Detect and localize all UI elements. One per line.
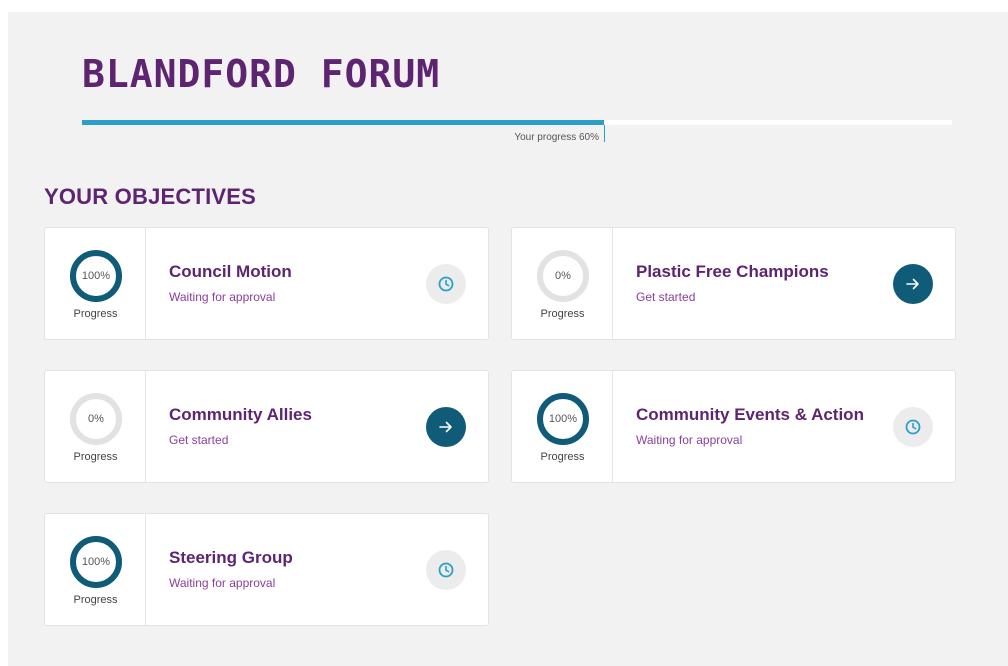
- arrow-right-icon: [906, 278, 919, 290]
- progress-panel: 100% Progress: [45, 228, 146, 339]
- objective-status: Get started: [636, 290, 696, 304]
- progress-percent: 100%: [548, 413, 578, 425]
- get-started-button[interactable]: [893, 264, 933, 304]
- progress-percent: 100%: [81, 556, 111, 568]
- objective-status: Waiting for approval: [636, 433, 743, 447]
- progress-panel: 100% Progress: [45, 514, 146, 625]
- get-started-button[interactable]: [426, 407, 466, 447]
- progress-percent: 100%: [81, 270, 111, 282]
- page-title: BLANDFORD FORUM: [82, 52, 441, 96]
- pending-status-button: [893, 407, 933, 447]
- progress-caption: Progress: [73, 451, 118, 463]
- objective-status: Waiting for approval: [169, 290, 276, 304]
- pending-status-button: [426, 264, 466, 304]
- objective-status: Get started: [169, 433, 229, 447]
- progress-marker: [604, 125, 605, 142]
- arrow-right-icon: [439, 421, 452, 433]
- overall-progress-fill: [82, 120, 604, 125]
- objective-title[interactable]: Steering Group: [169, 548, 293, 568]
- objective-card-plastic-free-champions[interactable]: 0% Progress Plastic Free Champions Get star…: [511, 227, 956, 340]
- progress-caption: Progress: [73, 308, 118, 320]
- objective-card-community-allies[interactable]: 0% Progress Community Allies Get started: [44, 370, 489, 483]
- objective-title[interactable]: Plastic Free Champions: [636, 262, 829, 282]
- objective-card-council-motion[interactable]: 100% Progress Council Motion Waiting for ap…: [44, 227, 489, 340]
- section-title: YOUR OBJECTIVES: [44, 184, 257, 209]
- clock-icon: [438, 562, 454, 578]
- progress-panel: 100% Progress: [512, 371, 613, 482]
- objective-card-community-events-and-action[interactable]: 100% Progress Community Events & Action Wai…: [511, 370, 956, 483]
- progress-percent: 0%: [555, 270, 571, 282]
- progress-caption: Progress: [73, 594, 118, 606]
- page-background: BLANDFORD FORUM Your progress 60% YOUR O…: [8, 12, 1008, 666]
- objective-title[interactable]: Council Motion: [169, 262, 292, 282]
- pending-status-button: [426, 550, 466, 590]
- objective-title[interactable]: Community Events & Action: [636, 405, 864, 425]
- progress-label: Your progress 60%: [514, 132, 599, 143]
- objective-status: Waiting for approval: [169, 576, 276, 590]
- clock-icon: [905, 419, 921, 435]
- progress-panel: 0% Progress: [45, 371, 146, 482]
- clock-icon: [438, 276, 454, 292]
- progress-caption: Progress: [540, 308, 585, 320]
- progress-panel: 0% Progress: [512, 228, 613, 339]
- overall-progress-bar: [82, 120, 952, 125]
- objective-title[interactable]: Community Allies: [169, 405, 312, 425]
- progress-caption: Progress: [540, 451, 585, 463]
- objective-card-steering-group[interactable]: 100% Progress Steering Group Waiting for ap…: [44, 513, 489, 626]
- progress-percent: 0%: [88, 413, 104, 425]
